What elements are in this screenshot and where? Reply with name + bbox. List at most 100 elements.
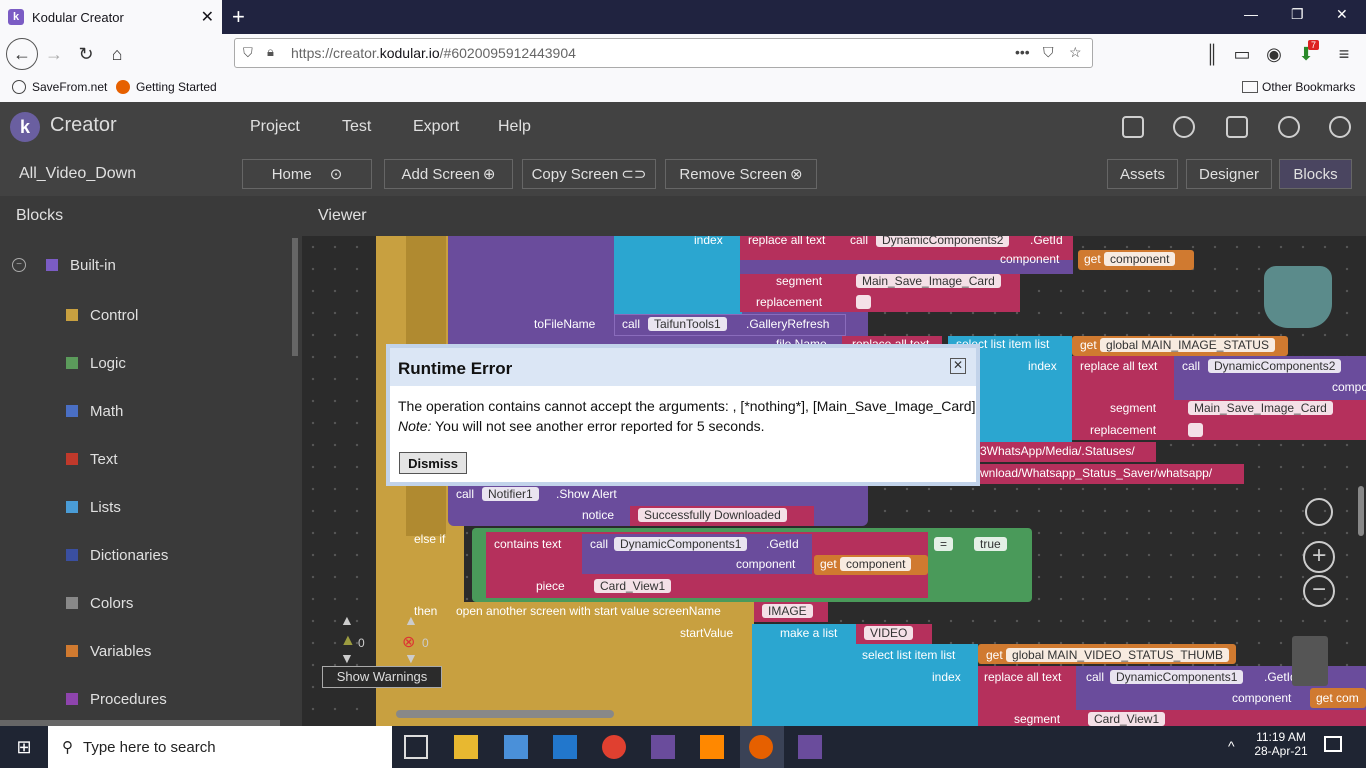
dismiss-button[interactable]: Dismiss xyxy=(399,452,467,474)
sidebar-item-lists[interactable]: Lists xyxy=(0,484,290,530)
notification-center-icon[interactable] xyxy=(1324,736,1342,752)
trash-icon[interactable] xyxy=(1292,636,1328,686)
bookmark-star-icon[interactable]: ☆ xyxy=(1069,44,1082,61)
bookmark-getting-started[interactable]: Getting Started xyxy=(116,80,217,94)
designer-button[interactable]: Designer xyxy=(1186,159,1272,189)
vlc-icon[interactable] xyxy=(700,735,724,759)
account-icon[interactable]: ◉ xyxy=(1262,42,1286,66)
center-target-icon[interactable] xyxy=(1305,498,1333,526)
block-field[interactable]: Notifier1 xyxy=(482,487,539,501)
dollar-icon[interactable] xyxy=(1278,116,1300,138)
error-up-arrow-icon[interactable]: ▲ xyxy=(404,612,418,628)
workspace-vertical-scrollbar[interactable] xyxy=(1358,486,1364,536)
document-icon[interactable] xyxy=(1226,116,1248,138)
sidebar-item-variables[interactable]: Variables xyxy=(0,628,290,674)
kodular-app-icon[interactable] xyxy=(651,735,675,759)
taskbar-search-box[interactable]: ⚲ Type here to search xyxy=(48,726,392,768)
kodular-logo[interactable]: k xyxy=(10,112,40,142)
copy-screen-button[interactable]: Copy Screen ⊂⊃ xyxy=(522,159,656,189)
error-down-arrow-icon[interactable]: ▼ xyxy=(404,650,418,666)
control-panel-icon[interactable] xyxy=(504,735,528,759)
menu-export[interactable]: Export xyxy=(413,118,459,136)
more-actions-icon[interactable]: ••• xyxy=(1015,44,1030,60)
firefox-taskbar-icon[interactable] xyxy=(749,735,773,759)
kodular-companion-icon[interactable] xyxy=(798,735,822,759)
block-field[interactable]: IMAGE xyxy=(762,604,813,618)
user-icon[interactable] xyxy=(1329,116,1351,138)
url-bar[interactable]: ⛉ 🔒︎ https://creator. kodular.io/#6020095… xyxy=(234,38,1093,68)
block-field[interactable]: DynamicComponents2 xyxy=(876,236,1010,247)
warning-up-arrow-icon[interactable]: ▲ xyxy=(340,612,354,628)
chrome-icon[interactable] xyxy=(602,735,626,759)
block-field[interactable]: true xyxy=(974,537,1007,551)
collapse-icon[interactable]: − xyxy=(12,258,26,272)
menu-test[interactable]: Test xyxy=(342,118,371,136)
menu-icon[interactable]: ≡ xyxy=(1332,42,1356,66)
empty-field[interactable] xyxy=(856,295,872,309)
other-bookmarks[interactable]: Other Bookmarks xyxy=(1242,80,1355,94)
block-field[interactable]: VIDEO xyxy=(864,626,914,640)
block-field[interactable]: TaifunTools1 xyxy=(648,317,727,331)
block-field[interactable]: component xyxy=(840,557,912,571)
new-tab-button[interactable]: + xyxy=(232,4,245,30)
sidebar-item-control[interactable]: Control xyxy=(0,292,290,338)
windows-start-icon[interactable]: ⊞ xyxy=(0,726,48,768)
sidebar-item-dictionaries[interactable]: Dictionaries xyxy=(0,532,290,578)
star-folder-icon[interactable] xyxy=(1122,116,1144,138)
backpack-icon[interactable] xyxy=(1264,266,1332,328)
block-field[interactable]: DynamicComponents1 xyxy=(614,537,748,551)
close-tab-icon[interactable]: ✕ xyxy=(201,7,214,27)
block-field[interactable]: component xyxy=(1104,252,1176,266)
sidebar-item-text[interactable]: Text xyxy=(0,436,290,482)
vscode-icon[interactable] xyxy=(553,735,577,759)
block-field[interactable]: DynamicComponents1 xyxy=(1110,670,1244,684)
block-field[interactable]: DynamicComponents2 xyxy=(1208,359,1342,373)
menu-project[interactable]: Project xyxy=(250,118,300,136)
blocks-button[interactable]: Blocks xyxy=(1279,159,1352,189)
window-close-icon[interactable]: ✕ xyxy=(1336,6,1348,23)
builtin-group[interactable]: − Built-in xyxy=(0,242,290,288)
minimize-icon[interactable]: — xyxy=(1244,6,1258,22)
home-icon[interactable]: ⌂ xyxy=(105,42,129,66)
block-field[interactable]: global MAIN_IMAGE_STATUS xyxy=(1100,338,1275,352)
shield-icon[interactable]: ⛉ xyxy=(243,45,253,61)
empty-field[interactable] xyxy=(1188,423,1204,437)
browser-tab[interactable]: k Kodular Creator ✕ xyxy=(0,0,222,34)
task-view-icon[interactable] xyxy=(404,735,428,759)
warning-down-arrow-icon[interactable]: ▼ xyxy=(340,650,354,666)
block-field[interactable]: = xyxy=(934,537,954,551)
workspace-horizontal-scrollbar[interactable] xyxy=(396,710,614,718)
sidebar-icon[interactable]: ▭ xyxy=(1230,42,1254,66)
list-block[interactable] xyxy=(614,236,742,316)
show-warnings-button[interactable]: Show Warnings xyxy=(322,666,442,688)
forward-arrow-icon[interactable]: → xyxy=(42,42,66,66)
zoom-in-icon[interactable]: + xyxy=(1303,541,1335,573)
block-field[interactable]: Successfully Downloaded xyxy=(638,508,787,522)
palette-icon[interactable] xyxy=(1173,116,1195,138)
sidebar-item-procedures[interactable]: Procedures xyxy=(0,676,290,722)
block-field[interactable]: Main_Save_Image_Card xyxy=(856,274,1001,288)
remove-screen-button[interactable]: Remove Screen ⊗ xyxy=(665,159,817,189)
lock-icon[interactable]: 🔒︎ xyxy=(267,44,274,60)
then-block[interactable] xyxy=(448,602,754,726)
pocket-icon[interactable]: ⛉ xyxy=(1043,44,1054,61)
sidebar-item-math[interactable]: Math xyxy=(0,388,290,434)
assets-button[interactable]: Assets xyxy=(1107,159,1178,189)
block-field[interactable]: Main_Save_Image_Card xyxy=(1188,401,1333,415)
bookmark-savefrom[interactable]: SaveFrom.net xyxy=(12,80,107,94)
back-arrow-icon[interactable]: ← xyxy=(6,38,38,70)
library-icon[interactable]: ║ xyxy=(1200,42,1224,66)
sidebar-item-logic[interactable]: Logic xyxy=(0,340,290,386)
sidebar-item-colors[interactable]: Colors xyxy=(0,580,290,626)
block-field[interactable]: global MAIN_VIDEO_STATUS_THUMB xyxy=(1006,648,1229,662)
reload-icon[interactable]: ↻ xyxy=(74,42,98,66)
file-explorer-icon[interactable] xyxy=(454,735,478,759)
add-screen-button[interactable]: Add Screen ⊕ xyxy=(384,159,513,189)
zoom-out-icon[interactable]: − xyxy=(1303,575,1335,607)
chevron-up-icon[interactable]: ^ xyxy=(1228,738,1235,754)
block-field[interactable]: Card_View1 xyxy=(1088,712,1166,726)
menu-help[interactable]: Help xyxy=(498,118,531,136)
home-screen-dropdown[interactable]: Home ⊙ xyxy=(242,159,372,189)
sidebar-scrollbar[interactable] xyxy=(292,238,298,356)
maximize-icon[interactable]: ❐ xyxy=(1291,6,1304,23)
